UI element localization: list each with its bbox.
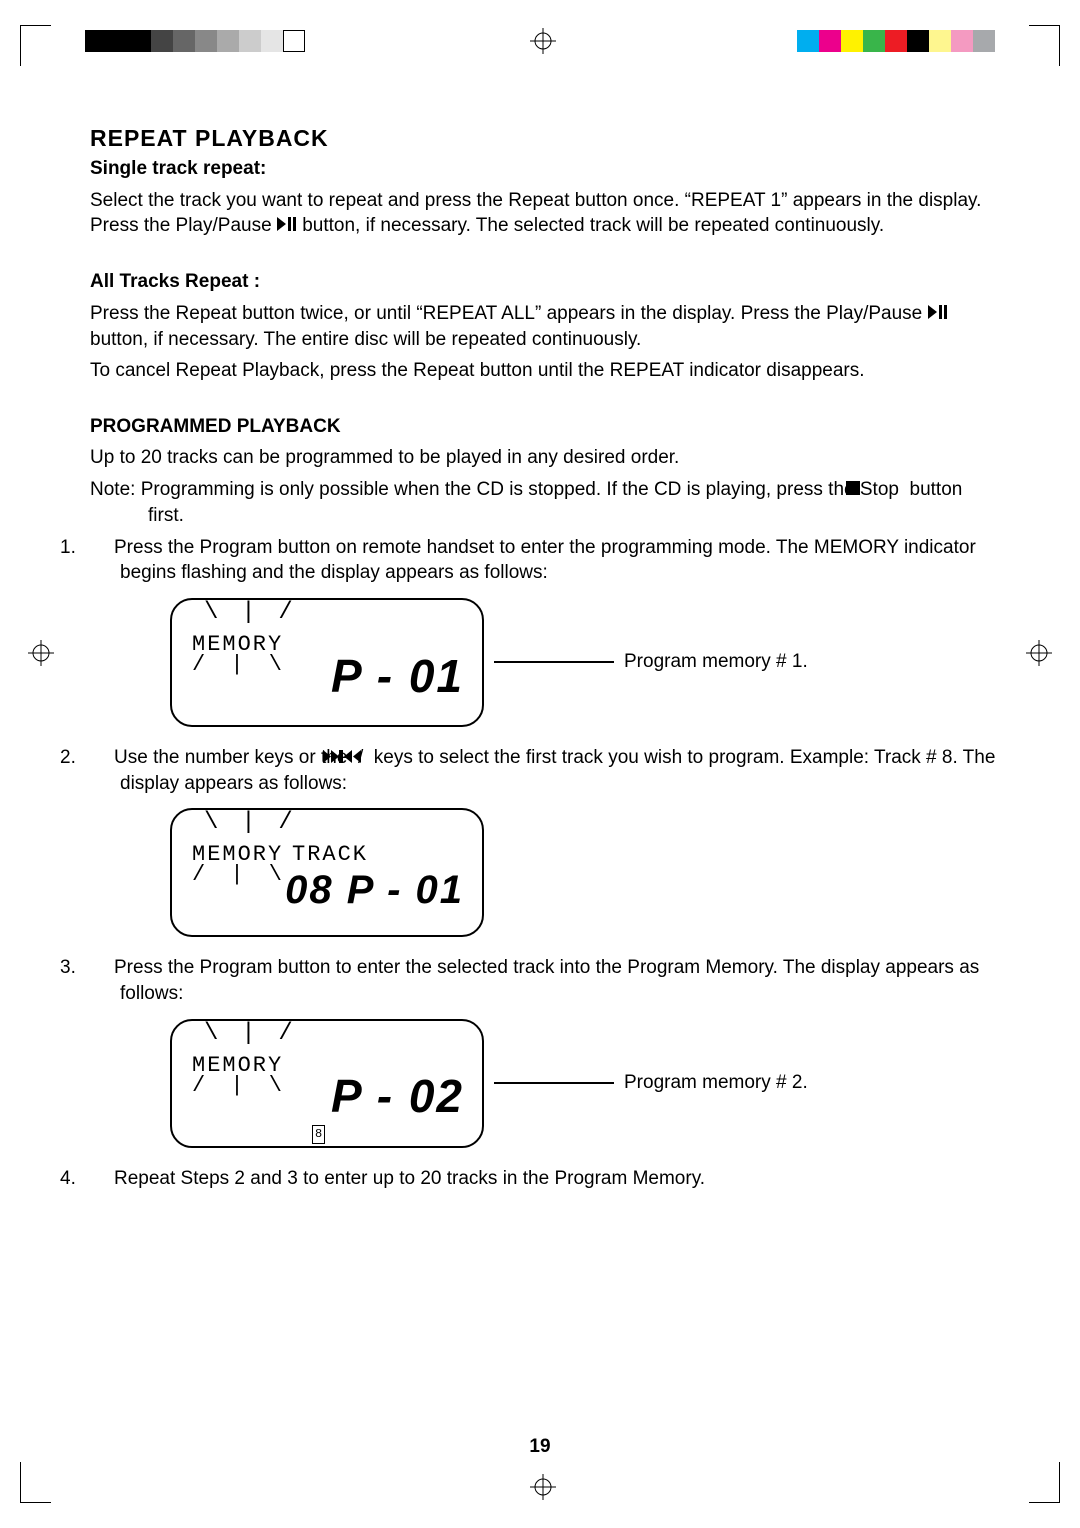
crop-mark <box>20 1462 51 1503</box>
text: button, if necessary. The selected track… <box>302 215 884 236</box>
figure-caption: Program memory # 2. <box>624 1070 808 1096</box>
play-pause-icon <box>277 213 297 239</box>
crop-mark <box>20 25 51 66</box>
registration-mark <box>1026 640 1052 666</box>
para-cancel: To cancel Repeat Playback, press the Rep… <box>90 358 1000 384</box>
lcd-readout: 08 P - 01 <box>285 863 464 917</box>
step-number: 4. <box>90 1166 114 1192</box>
flash-indicator <box>192 650 288 680</box>
crop-mark <box>1029 1462 1060 1503</box>
lcd-readout: P - 01 <box>331 645 464 707</box>
registration-mark <box>530 1474 556 1500</box>
step-text: Press the Program button to enter the se… <box>114 957 979 1004</box>
crop-mark <box>1029 25 1060 66</box>
heading-repeat-playback: REPEAT PLAYBACK <box>90 125 1000 152</box>
subhead-programmed: PROGRAMMED PLAYBACK <box>90 414 1000 440</box>
lcd-figure-2: MEMORY TRACK 08 P - 01 <box>170 808 484 937</box>
para: Press the Repeat button twice, or until … <box>90 301 1000 352</box>
leader-line <box>494 1082 614 1084</box>
leader-line <box>494 661 614 663</box>
lcd-sub-value: 8 <box>312 1125 325 1143</box>
step-1: 1.Press the Program button on remote han… <box>90 535 1000 727</box>
text: Note: Programming is only possible when … <box>90 479 904 500</box>
print-color-bar <box>797 30 995 52</box>
registration-mark <box>530 28 556 54</box>
flash-indicator <box>204 1015 291 1050</box>
para: Select the track you want to repeat and … <box>90 188 1000 239</box>
page-body: REPEAT PLAYBACK Single track repeat: Sel… <box>90 125 1000 1221</box>
step-number: 2. <box>90 745 114 771</box>
section-all-tracks: All Tracks Repeat : Press the Repeat but… <box>90 269 1000 384</box>
step-number: 1. <box>90 535 114 561</box>
text: Press the Repeat button twice, or until … <box>90 303 928 324</box>
lcd-readout: P - 02 <box>331 1065 464 1127</box>
step-number: 3. <box>90 955 114 981</box>
page-number: 19 <box>0 1436 1080 1458</box>
flash-indicator <box>192 1071 288 1101</box>
flash-indicator <box>204 804 291 839</box>
lcd-figure-3: MEMORY P - 02 8 <box>170 1019 484 1148</box>
registration-mark <box>28 640 54 666</box>
step-4: 4.Repeat Steps 2 and 3 to enter up to 20… <box>90 1166 1000 1192</box>
step-3: 3.Press the Program button to enter the … <box>90 955 1000 1147</box>
step-text: Press the Program button on remote hands… <box>114 537 976 584</box>
text: Use the number keys or the <box>114 747 353 768</box>
para-intro: Up to 20 tracks can be programmed to be … <box>90 445 1000 471</box>
print-grayscale-bar <box>85 30 305 52</box>
para-note: Note: Programming is only possible when … <box>90 477 1000 528</box>
lcd-figure-1: MEMORY P - 01 <box>170 598 484 727</box>
subhead-all-tracks: All Tracks Repeat : <box>90 269 1000 295</box>
subhead-single-track: Single track repeat: <box>90 156 1000 182</box>
step-2: 2.Use the number keys or the / keys to s… <box>90 745 1000 937</box>
section-single-track: Single track repeat: Select the track yo… <box>90 156 1000 239</box>
section-programmed: PROGRAMMED PLAYBACK Up to 20 tracks can … <box>90 414 1000 1191</box>
play-pause-icon <box>928 301 948 327</box>
figure-caption: Program memory # 1. <box>624 649 808 675</box>
text: button, if necessary. The entire disc wi… <box>90 329 641 350</box>
step-text: Repeat Steps 2 and 3 to enter up to 20 t… <box>114 1168 705 1189</box>
flash-indicator <box>192 860 288 890</box>
flash-indicator <box>204 594 291 629</box>
